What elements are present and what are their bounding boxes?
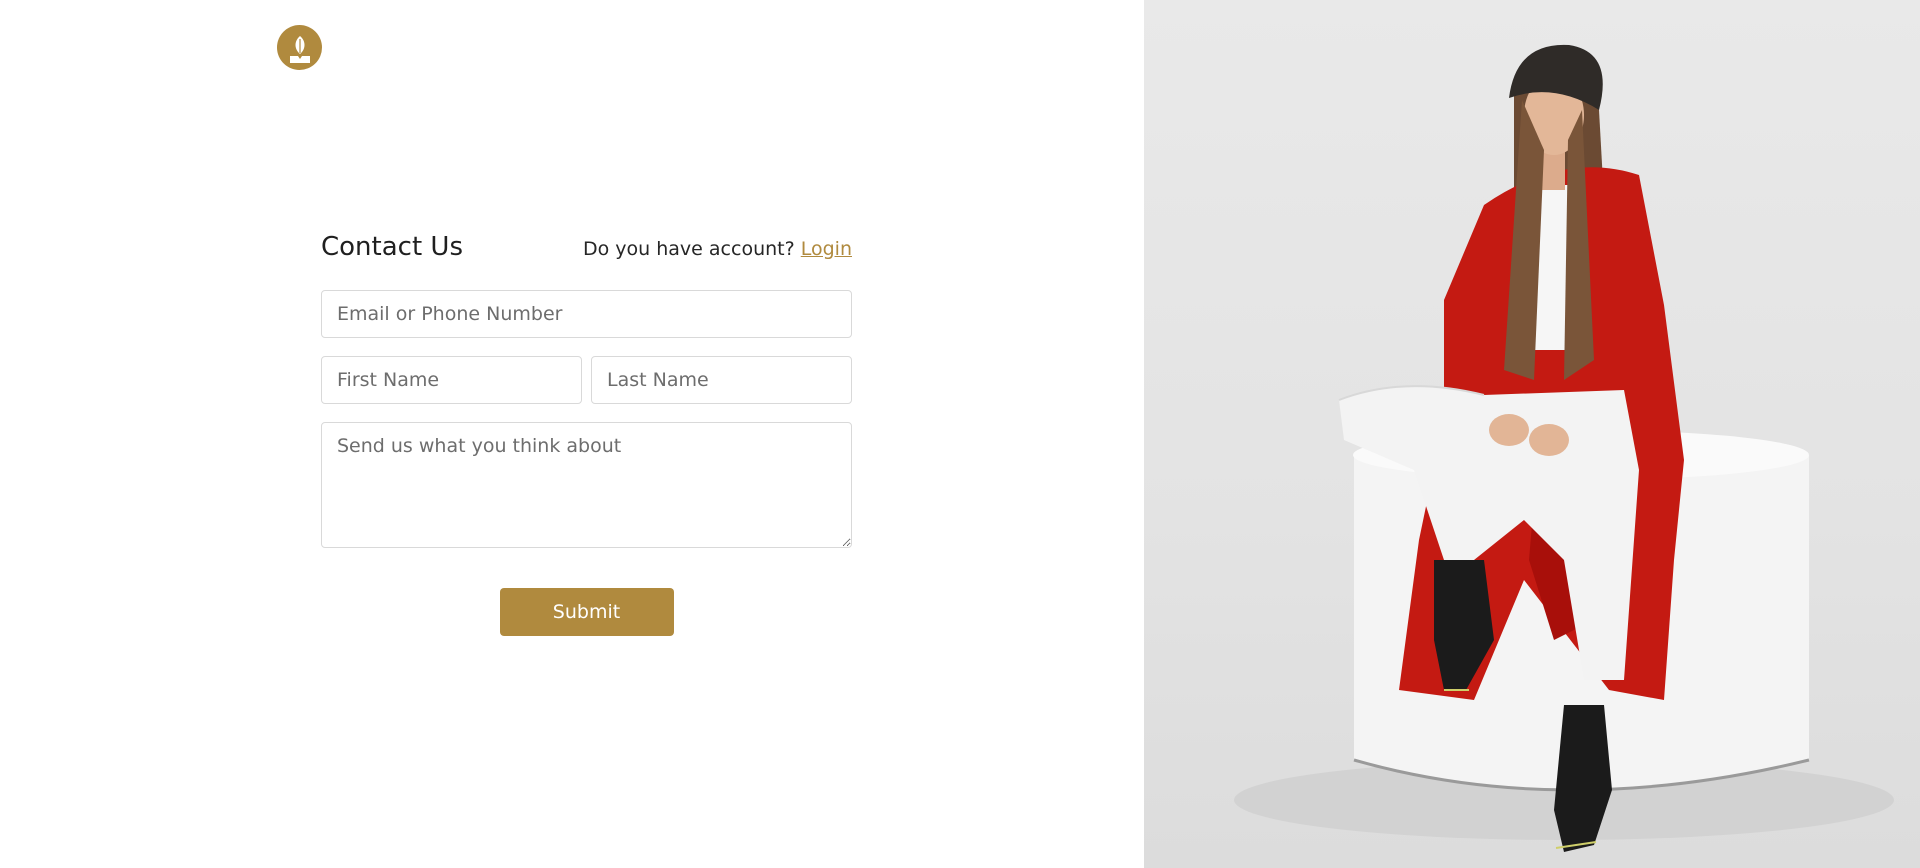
submit-row: Submit: [321, 588, 852, 636]
leaf-book-icon: [289, 35, 310, 63]
woman-in-red-coat-photo: [1234, 44, 1894, 852]
contact-form: Contact Us Do you have account? Login Su…: [321, 232, 852, 636]
submit-button[interactable]: Submit: [499, 588, 674, 636]
page-title: Contact Us: [321, 232, 463, 262]
email-phone-field[interactable]: [321, 290, 852, 338]
account-prompt: Do you have account? Login: [583, 238, 852, 260]
first-name-field[interactable]: [321, 356, 582, 404]
message-textarea[interactable]: [321, 422, 852, 548]
contact-page: Contact Us Do you have account? Login Su…: [0, 0, 1920, 868]
login-link[interactable]: Login: [801, 238, 852, 260]
account-prompt-text: Do you have account?: [583, 238, 795, 260]
last-name-field[interactable]: [591, 356, 852, 404]
logo[interactable]: [277, 25, 322, 70]
name-row: [321, 356, 852, 404]
hero-image: [1144, 0, 1920, 868]
form-header: Contact Us Do you have account? Login: [321, 232, 852, 262]
